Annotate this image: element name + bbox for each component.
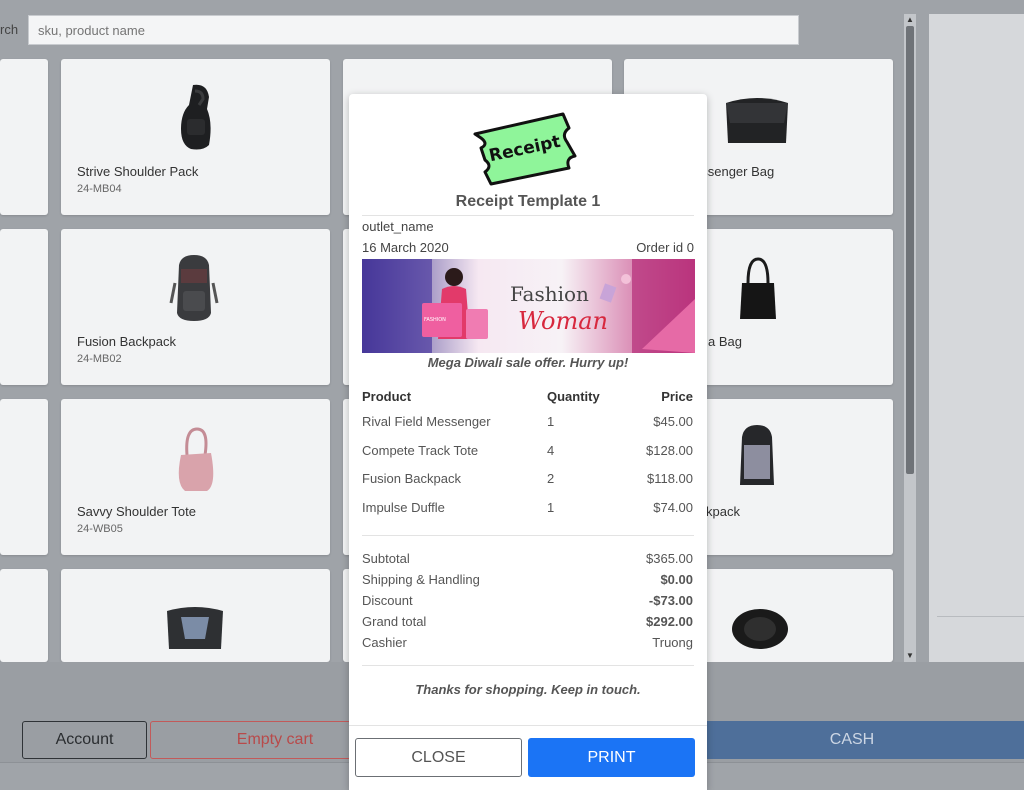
messenger-bag-image	[167, 607, 223, 649]
fashion-woman-banner: FASHION Fashion Woman	[362, 259, 695, 353]
item-product: Fusion Backpack	[362, 471, 461, 486]
tote-bag-image	[178, 427, 214, 491]
column-price: Price	[661, 389, 693, 404]
subtotal-label: Subtotal	[362, 551, 410, 566]
product-sku: 24-WB05	[77, 523, 123, 535]
item-quantity: 2	[547, 471, 555, 486]
tote-bag-image	[740, 257, 776, 319]
item-product: Compete Track Tote	[362, 443, 479, 458]
cart-divider	[937, 616, 1024, 617]
divider	[362, 665, 694, 666]
discount-label: Discount	[362, 593, 413, 608]
scroll-down-icon[interactable]: ▼	[906, 652, 914, 660]
sling-bag-image	[181, 84, 211, 150]
product-card-partial[interactable]	[0, 229, 48, 385]
thanks-text: Thanks for shopping. Keep in touch.	[415, 682, 641, 697]
receipt-modal: Receipt Receipt Template 1 outlet_name 1…	[349, 94, 707, 790]
shipping-value: $0.00	[660, 572, 693, 587]
item-product: Impulse Duffle	[362, 500, 445, 515]
duffle-bag-image	[732, 609, 788, 649]
banner-woman-text: Woman	[518, 307, 608, 335]
messenger-bag-image	[726, 98, 788, 143]
column-product: Product	[362, 389, 412, 404]
discount-value: -$73.00	[648, 593, 693, 608]
product-card-partial[interactable]	[0, 569, 48, 662]
product-card-partial[interactable]	[0, 399, 48, 555]
product-name: a Bag	[708, 334, 742, 349]
scrollbar-thumb[interactable]	[906, 26, 914, 474]
banner-fashion-text: Fashion	[510, 282, 589, 306]
product-name: Strive Shoulder Pack	[77, 164, 199, 179]
grand-total-label: Grand total	[362, 614, 427, 629]
cart-panel	[929, 14, 1024, 662]
cash-button[interactable]: CASH	[680, 721, 1024, 759]
subtotal-value: $365.00	[646, 551, 693, 566]
outlet-name: outlet_name	[362, 219, 434, 234]
search-label: rch	[0, 22, 19, 37]
product-name: Fusion Backpack	[77, 334, 176, 349]
item-quantity: 1	[547, 500, 555, 515]
shipping-label: Shipping & Handling	[362, 572, 480, 587]
product-card-savvy-shoulder-tote[interactable]: Savvy Shoulder Tote 24-WB05	[61, 399, 330, 555]
cashier-label: Cashier	[362, 635, 407, 650]
search-input[interactable]	[28, 15, 799, 45]
product-card-strive-shoulder-pack[interactable]: Strive Shoulder Pack 24-MB04	[61, 59, 330, 215]
product-name: Savvy Shoulder Tote	[77, 504, 196, 519]
close-button[interactable]: CLOSE	[355, 738, 522, 777]
product-sku: 24-MB04	[77, 183, 122, 195]
offer-text: Mega Diwali sale offer. Hurry up!	[427, 355, 629, 370]
backpack-image	[169, 255, 219, 321]
item-price: $45.00	[653, 414, 693, 429]
divider	[362, 215, 694, 216]
item-quantity: 1	[547, 414, 555, 429]
item-price: $118.00	[646, 471, 693, 486]
cashier-value: Truong	[652, 635, 693, 650]
modal-footer-divider	[349, 725, 707, 726]
product-sku: 24-MB02	[77, 353, 122, 365]
account-button[interactable]: Account	[22, 721, 147, 759]
products-scrollbar[interactable]: ▲ ▼	[904, 14, 916, 662]
item-product: Rival Field Messenger	[362, 414, 491, 429]
product-card-partial[interactable]	[0, 59, 48, 215]
item-price: $128.00	[646, 443, 693, 458]
backpack-image	[740, 425, 774, 485]
print-button[interactable]: PRINT	[528, 738, 695, 777]
order-id: Order id 0	[636, 240, 694, 255]
grand-total-value: $292.00	[646, 614, 693, 629]
receipt-logo: Receipt	[473, 112, 577, 186]
item-quantity: 4	[547, 443, 555, 458]
scroll-up-icon[interactable]: ▲	[906, 16, 914, 24]
receipt-title: Receipt Template 1	[455, 193, 601, 210]
column-quantity: Quantity	[547, 389, 600, 404]
divider	[362, 535, 694, 536]
product-card-fusion-backpack[interactable]: Fusion Backpack 24-MB02	[61, 229, 330, 385]
receipt-date: 16 March 2020	[362, 240, 449, 255]
banner-bag-tag: FASHION	[424, 317, 446, 323]
item-price: $74.00	[653, 500, 693, 515]
product-card-messenger[interactable]	[61, 569, 330, 662]
product-name: kpack	[706, 504, 740, 519]
